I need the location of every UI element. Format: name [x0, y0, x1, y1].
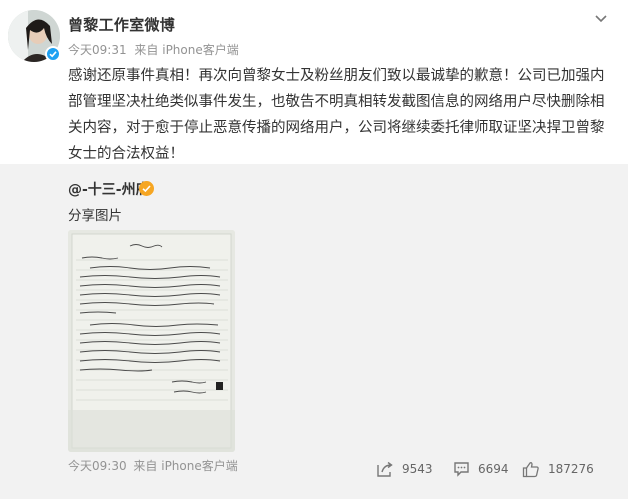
- author-avatar[interactable]: [8, 10, 61, 62]
- author-name[interactable]: 曾黎工作室微博: [68, 14, 175, 35]
- repost-source: 来自 iPhone客户端: [133, 459, 238, 473]
- comment-icon: [454, 462, 469, 477]
- chevron-down-icon[interactable]: [593, 10, 609, 23]
- like-count: 187276: [548, 462, 594, 476]
- yellow-verified-icon: [139, 181, 154, 196]
- like-button[interactable]: 187276: [522, 460, 594, 478]
- share-icon: [377, 461, 393, 477]
- verified-badge-icon: [45, 46, 61, 62]
- comment-count: 6694: [478, 462, 509, 476]
- weibo-post-card: 曾黎工作室微博 今天09:31 来自 iPhone客户端 感谢还原事件真相！再次…: [0, 0, 628, 499]
- post-source: 来自 iPhone客户端: [134, 43, 239, 57]
- repost-time[interactable]: 今天09:30: [68, 459, 127, 473]
- post-meta: 今天09:31 来自 iPhone客户端: [68, 41, 243, 58]
- repost-author-name[interactable]: @-十三-州府: [68, 179, 150, 199]
- repost-body-text: 分享图片: [68, 208, 122, 224]
- share-count: 9543: [402, 462, 433, 476]
- post-time[interactable]: 今天09:31: [68, 43, 127, 57]
- comment-button[interactable]: 6694: [453, 460, 509, 478]
- share-button[interactable]: 9543: [376, 460, 433, 478]
- thumbs-up-icon: [522, 461, 539, 477]
- repost-meta: 今天09:30 来自 iPhone客户端: [68, 457, 241, 474]
- post-body-text: 感谢还原事件真相！再次向曾黎女士及粉丝朋友们致以最诚挚的歉意！公司已加强内部管理…: [68, 68, 605, 162]
- repost-photo-thumbnail[interactable]: [68, 230, 235, 452]
